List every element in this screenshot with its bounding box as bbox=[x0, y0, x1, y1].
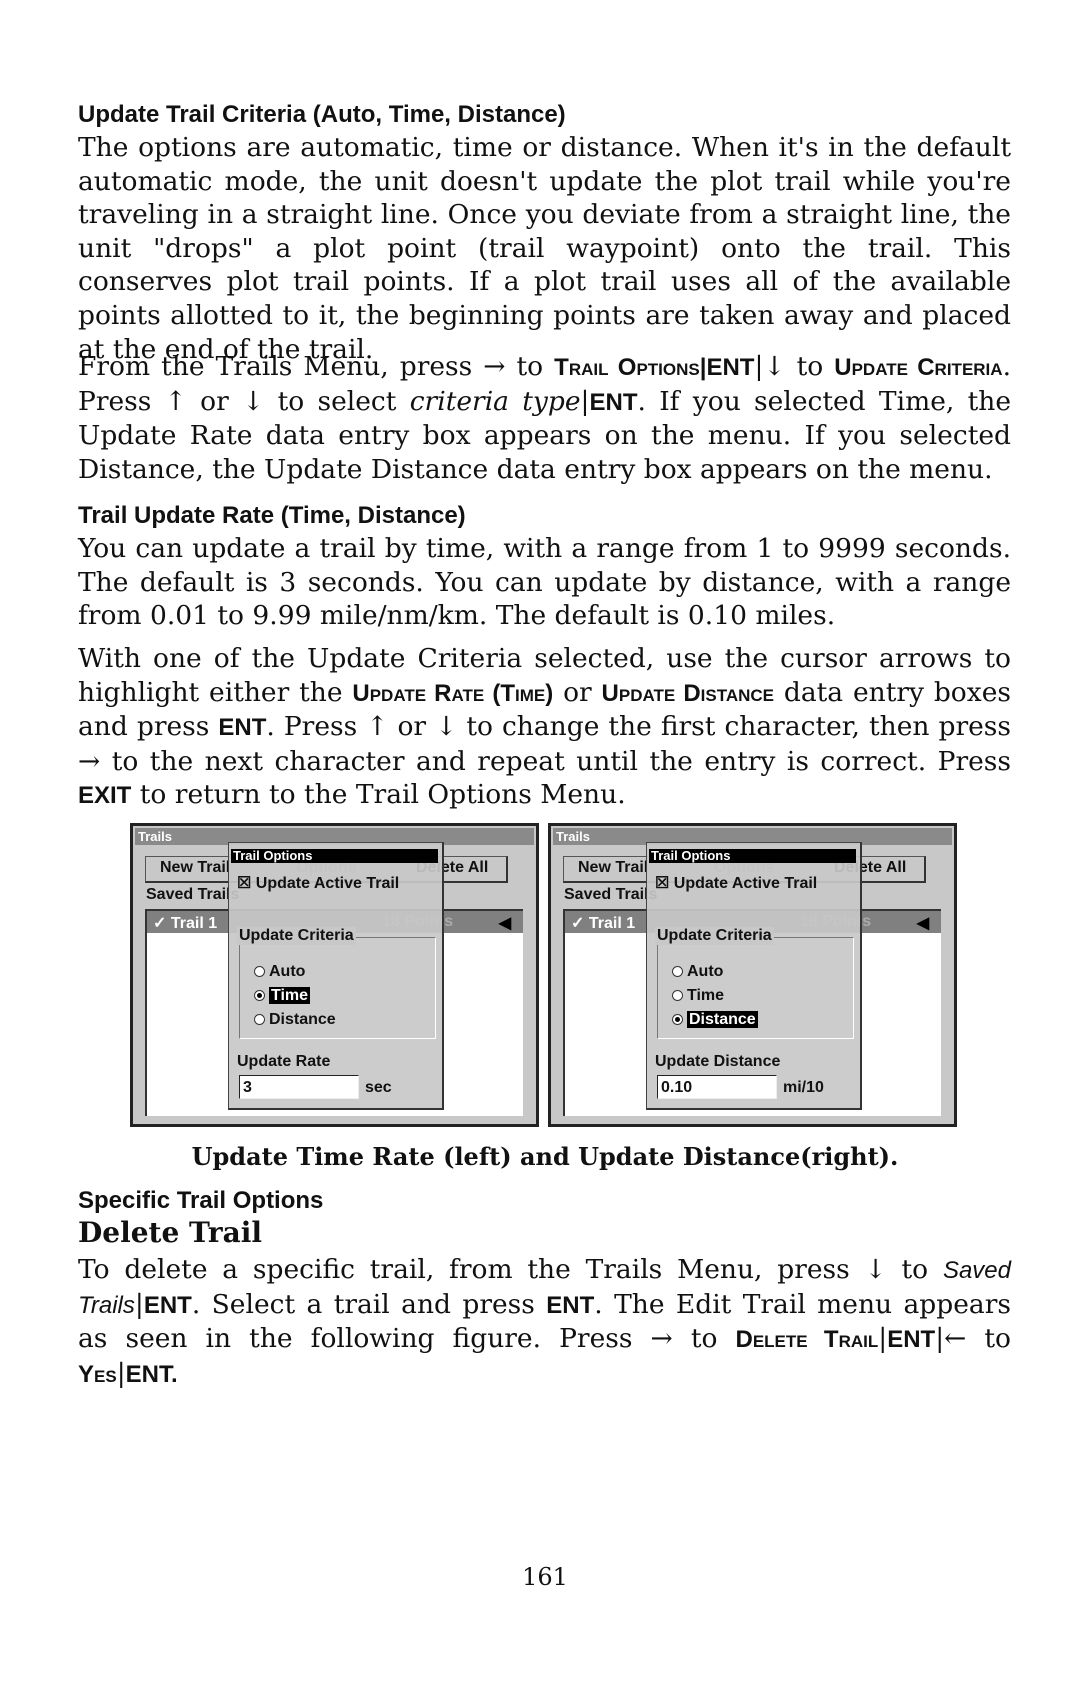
radio-label: Auto bbox=[269, 963, 306, 980]
figure-caption: Update Time Rate (left) and Update Dista… bbox=[191, 1142, 899, 1171]
radio-auto[interactable]: Auto bbox=[254, 963, 305, 981]
key-name: ENT bbox=[887, 1326, 936, 1354]
field-label: Update Distance bbox=[655, 1053, 781, 1070]
key-name: ENT bbox=[546, 1291, 595, 1319]
radio-icon bbox=[672, 1014, 683, 1026]
text-segment: The options are automatic, time or dista… bbox=[78, 132, 1011, 365]
radio-label: Distance bbox=[269, 1011, 336, 1028]
trail-name: ✓ Trail 1 bbox=[571, 915, 636, 932]
checkbox-checked-icon: ☒ bbox=[655, 875, 670, 892]
checkbox-label: Update Active Trail bbox=[255, 875, 400, 892]
text-segment: To delete a specific trail, from the Tra… bbox=[78, 1254, 943, 1285]
radio-time[interactable]: Time bbox=[672, 987, 724, 1005]
heading-update-trail-criteria: Update Trail Criteria (Auto, Time, Dista… bbox=[78, 101, 566, 128]
page-number: 161 bbox=[522, 1563, 568, 1591]
update-active-trail-checkbox[interactable]: ☒ Update Active Trail bbox=[655, 873, 817, 893]
key-name: ENT bbox=[706, 354, 755, 381]
radio-label: Auto bbox=[687, 963, 724, 980]
update-active-trail-checkbox[interactable]: ☒ Update Active Trail bbox=[237, 873, 399, 893]
text-segment: | bbox=[134, 1288, 144, 1320]
saved-trails-label: Saved Trails bbox=[564, 886, 658, 903]
menu-command: Delete Trail bbox=[735, 1326, 879, 1354]
paragraph: From the Trails Menu, press → to Trail O… bbox=[78, 350, 1011, 486]
arrow-left-icon: ◀ bbox=[498, 915, 511, 932]
text-segment: | bbox=[878, 1323, 888, 1355]
heading-trail-update-rate: Trail Update Rate (Time, Distance) bbox=[78, 502, 466, 529]
unit-label: mi/10 bbox=[783, 1079, 824, 1096]
text-segment: or bbox=[553, 676, 602, 708]
radio-time[interactable]: Time bbox=[254, 987, 311, 1005]
subheading-delete-trail: Delete Trail bbox=[78, 1216, 263, 1249]
figure-update-distance: Trails New Trail Options Delete All Save… bbox=[548, 823, 957, 1127]
manual-page: Update Trail Criteria (Auto, Time, Dista… bbox=[0, 0, 1080, 1682]
radio-distance[interactable]: Distance bbox=[672, 1011, 758, 1029]
checkbox-label: Update Active Trail bbox=[673, 875, 818, 892]
text-segment: | bbox=[116, 1357, 126, 1389]
paragraph: To delete a specific trail, from the Tra… bbox=[78, 1253, 1011, 1391]
menu-command: Update Criteria bbox=[834, 354, 1003, 381]
radio-icon bbox=[254, 966, 265, 978]
heading-specific-trail-options: Specific Trail Options bbox=[78, 1187, 324, 1214]
text-segment: . Select a trail and press bbox=[191, 1288, 547, 1320]
figure-update-rate: Trails New Trail Options Delete All Save… bbox=[130, 823, 539, 1127]
key-name: EXIT bbox=[78, 782, 132, 810]
unit-label: sec bbox=[365, 1079, 392, 1096]
new-trail-button[interactable]: New Trail bbox=[578, 859, 648, 877]
radio-label: Time bbox=[687, 987, 725, 1004]
group-label: Update Criteria bbox=[655, 927, 774, 945]
key-name: ENT bbox=[589, 388, 638, 416]
radio-auto[interactable]: Auto bbox=[672, 963, 723, 981]
field-label: Update Rate bbox=[237, 1053, 331, 1070]
menu-command: Update Rate (Time) bbox=[352, 679, 554, 707]
trail-options-popup: Trail Options ☒ Update Active Trail Upda… bbox=[646, 842, 862, 1110]
text-segment: |↓ to bbox=[754, 351, 835, 382]
arrow-left-icon: ◀ bbox=[916, 915, 929, 932]
saved-trails-label: Saved Trails bbox=[146, 886, 240, 903]
radio-icon bbox=[672, 990, 683, 1002]
group-label: Update Criteria bbox=[237, 927, 356, 945]
paragraph: With one of the Update Criteria selected… bbox=[78, 642, 1011, 813]
popup-title: Trail Options bbox=[649, 849, 856, 863]
key-name: ENT bbox=[143, 1291, 192, 1319]
trail-name: ✓ Trail 1 bbox=[153, 915, 218, 932]
radio-icon bbox=[254, 1014, 265, 1026]
radio-label: Distance bbox=[687, 1011, 758, 1028]
radio-icon bbox=[672, 966, 683, 978]
text-segment: From the Trails Menu, press → to bbox=[78, 351, 555, 382]
checkbox-checked-icon: ☒ bbox=[237, 875, 252, 892]
value-input[interactable]: 3 bbox=[239, 1075, 359, 1099]
paragraph: The options are automatic, time or dista… bbox=[78, 131, 1011, 366]
key-name: ENT. bbox=[125, 1360, 178, 1388]
menu-command: Trail Options bbox=[554, 354, 700, 381]
popup-title: Trail Options bbox=[231, 849, 438, 863]
text-segment: to return to the Trail Options Menu. bbox=[131, 779, 626, 811]
key-name: ENT bbox=[218, 714, 267, 742]
menu-command: Yes bbox=[78, 1360, 117, 1388]
radio-distance[interactable]: Distance bbox=[254, 1011, 336, 1029]
text-segment: criteria type bbox=[409, 385, 581, 417]
menu-command: Update Distance bbox=[601, 679, 775, 707]
paragraph: You can update a trail by time, with a r… bbox=[78, 532, 1011, 633]
text-segment: You can update a trail by time, with a r… bbox=[78, 533, 1011, 632]
text-segment: |← to bbox=[935, 1323, 1011, 1355]
value-input[interactable]: 0.10 bbox=[657, 1075, 777, 1099]
radio-label: Time bbox=[269, 987, 311, 1004]
trail-options-popup: Trail Options ☒ Update Active Trail Upda… bbox=[228, 842, 444, 1110]
new-trail-button[interactable]: New Trail bbox=[160, 859, 230, 877]
radio-icon bbox=[254, 990, 265, 1002]
